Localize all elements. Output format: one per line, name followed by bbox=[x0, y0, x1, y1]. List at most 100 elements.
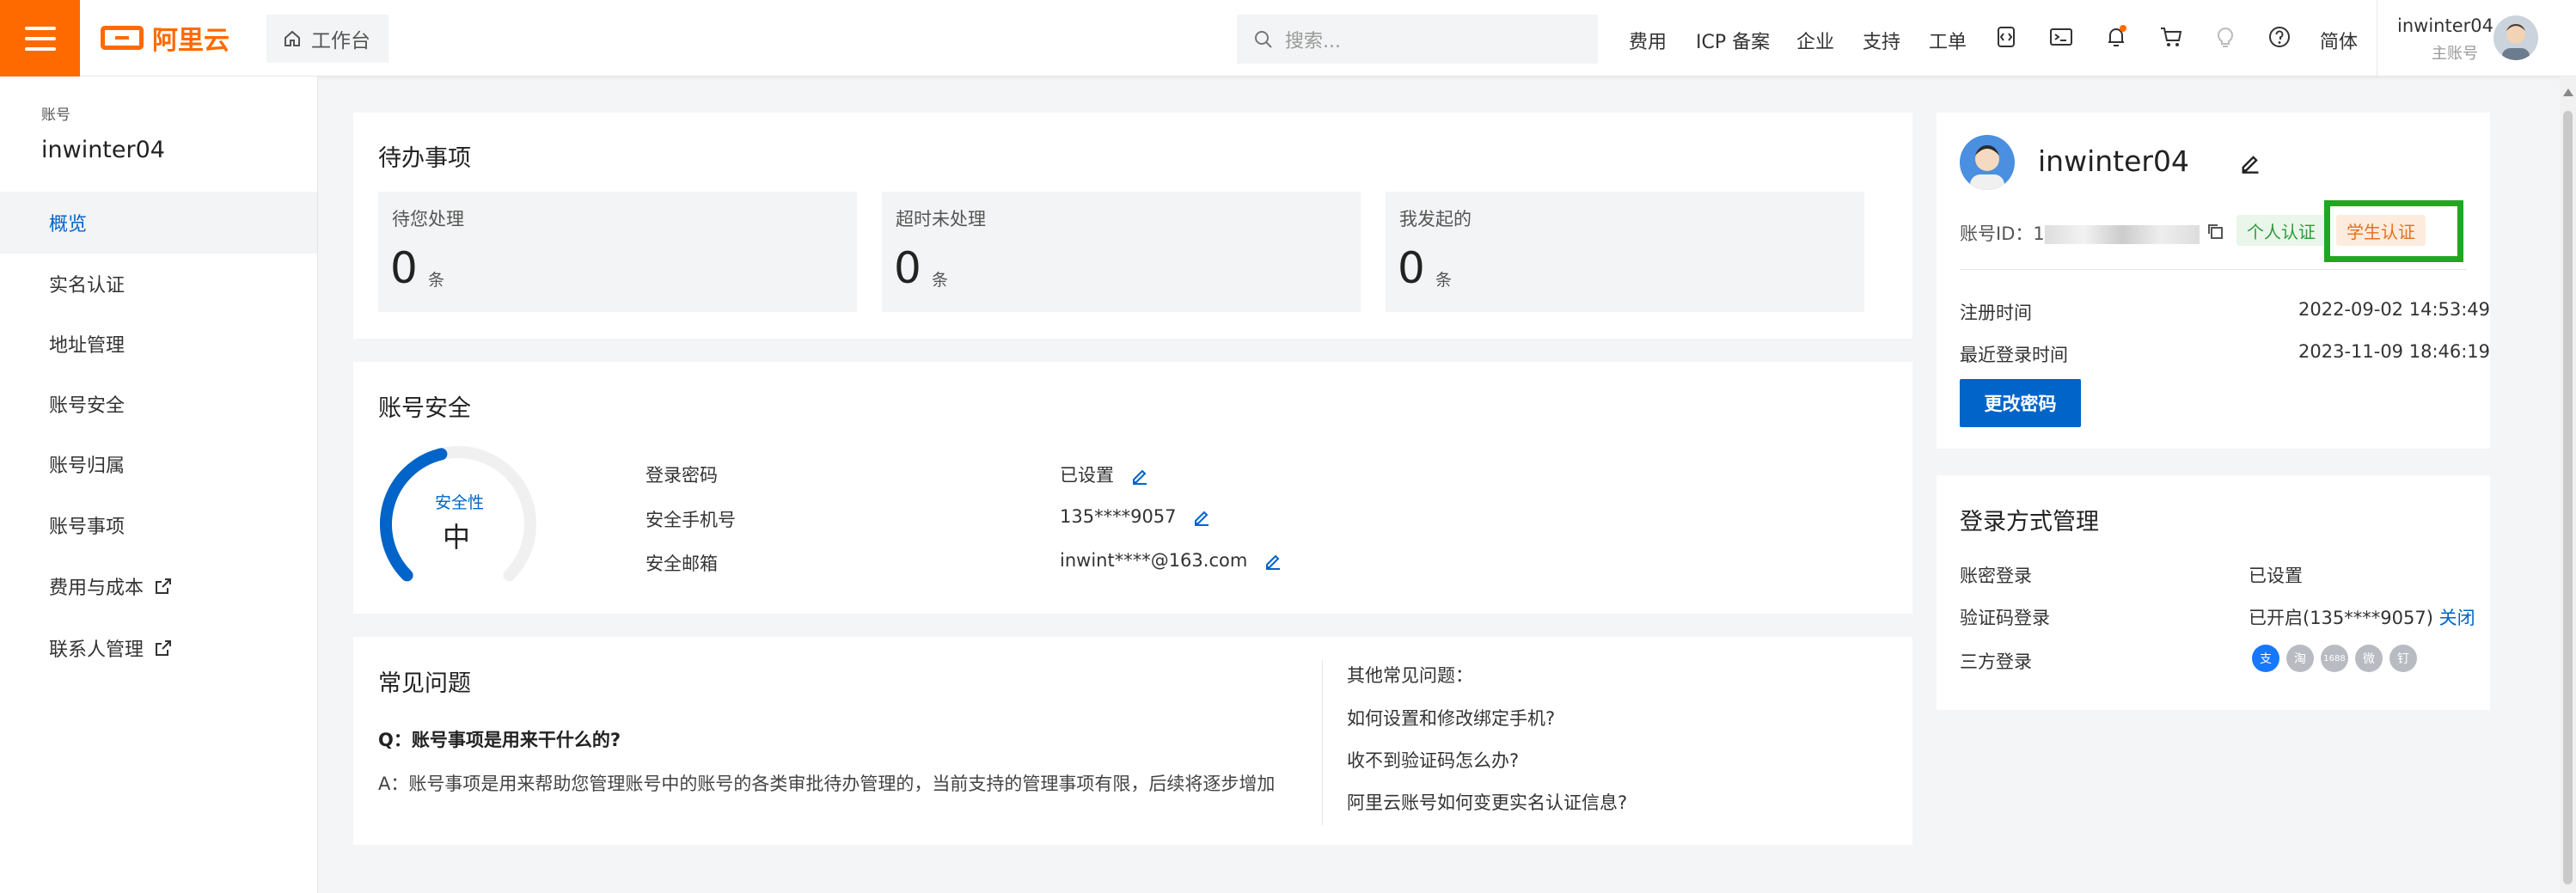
faq-link[interactable]: 如何设置和修改绑定手机? bbox=[1347, 705, 1555, 731]
edit-icon[interactable] bbox=[1130, 467, 1149, 486]
search-icon bbox=[1255, 30, 1272, 48]
search-placeholder: 搜索... bbox=[1285, 30, 1341, 52]
todo-overdue-box[interactable]: 超时未处理 0 条 bbox=[882, 192, 1361, 312]
faq-link[interactable]: 收不到验证码怎么办? bbox=[1347, 747, 1519, 773]
help-icon[interactable] bbox=[2266, 23, 2293, 51]
home-icon bbox=[285, 30, 300, 46]
code-icon[interactable] bbox=[1992, 23, 2020, 51]
profile-account-id: 账号ID：1 bbox=[1960, 220, 2200, 246]
dingtalk-icon[interactable]: 钉 bbox=[2389, 645, 2417, 672]
todo-title: 待办事项 bbox=[378, 145, 471, 172]
sidebar-item-label: 实名认证 bbox=[49, 275, 125, 297]
nav-link-ticket[interactable]: 工单 bbox=[1929, 27, 1967, 54]
faq-title: 常见问题 bbox=[378, 670, 471, 697]
top-navigation-bar: 阿里云 工作台 搜索... 费用 ICP 备案 企业 支持 工单 简体 inwi… bbox=[0, 0, 2576, 76]
sidebar-item-ownership[interactable]: 账号归属 bbox=[0, 433, 317, 495]
nav-link-support[interactable]: 支持 bbox=[1863, 27, 1900, 54]
search-input[interactable]: 搜索... bbox=[1237, 15, 1598, 64]
nav-link-icp[interactable]: ICP 备案 bbox=[1696, 27, 1770, 54]
security-phone-number: 135****9057 bbox=[1060, 506, 1177, 527]
sidebar-item-security[interactable]: 账号安全 bbox=[0, 373, 317, 435]
security-password-label: 登录密码 bbox=[646, 465, 718, 486]
code-login-label: 验证码登录 bbox=[1960, 608, 2050, 628]
todo-initiated-box[interactable]: 我发起的 0 条 bbox=[1386, 192, 1864, 312]
register-time-label: 注册时间 bbox=[1960, 303, 2032, 323]
security-title: 账号安全 bbox=[378, 395, 471, 422]
security-gauge-level: 中 bbox=[443, 521, 471, 554]
edit-icon[interactable] bbox=[1192, 508, 1211, 527]
faq-question: Q：账号事项是用来干什么的? bbox=[378, 730, 621, 750]
external-link-icon bbox=[156, 640, 172, 656]
edit-name-icon[interactable] bbox=[2239, 152, 2261, 174]
sidebar-item-contacts[interactable]: 联系人管理 bbox=[0, 617, 317, 679]
todo-pending-count: 0 bbox=[390, 243, 418, 293]
sidebar-item-matters[interactable]: 账号事项 bbox=[0, 494, 317, 556]
workbench-label: 工作台 bbox=[311, 30, 370, 52]
nav-link-fees[interactable]: 费用 bbox=[1629, 27, 1667, 54]
scrollbar-thumb[interactable] bbox=[2563, 111, 2573, 884]
password-login-value: 已设置 bbox=[2249, 566, 2303, 586]
sidebar: 账号 inwinter04 概览 实名认证 地址管理 账号安全 账号归属 账号事… bbox=[0, 76, 318, 893]
sidebar-item-costs[interactable]: 费用与成本 bbox=[0, 555, 317, 617]
copy-icon[interactable] bbox=[2206, 222, 2224, 241]
1688-icon[interactable]: 1688 bbox=[2321, 645, 2348, 672]
change-password-button[interactable]: 更改密码 bbox=[1960, 379, 2081, 427]
security-phone-label: 安全手机号 bbox=[646, 510, 736, 530]
user-role: 主账号 bbox=[2432, 45, 2478, 63]
sidebar-label: 账号 bbox=[41, 107, 70, 124]
masked-id bbox=[2044, 225, 2200, 244]
code-login-value: 已开启(135****9057) 关闭 bbox=[2249, 604, 2475, 630]
bulb-icon[interactable] bbox=[2212, 23, 2239, 51]
cart-icon[interactable] bbox=[2157, 23, 2185, 51]
scroll-up-icon[interactable] bbox=[2563, 89, 2573, 96]
user-name: inwinter04 bbox=[2397, 15, 2493, 36]
security-email-value: inwint****@163.com bbox=[1060, 550, 1282, 571]
edit-icon[interactable] bbox=[1264, 552, 1282, 571]
divider bbox=[1960, 269, 2467, 270]
sidebar-item-label: 概览 bbox=[49, 214, 88, 235]
highlight-box bbox=[2324, 200, 2463, 262]
faq-other-title: 其他常见问题： bbox=[1347, 665, 1473, 686]
sidebar-item-label: 账号归属 bbox=[49, 456, 125, 477]
faq-answer: A：账号事项是用来帮助您管理账号中的账号的各类审批待办管理的，当前支持的管理事项… bbox=[378, 774, 1276, 794]
bell-icon[interactable] bbox=[2102, 23, 2130, 51]
login-management-title: 登录方式管理 bbox=[1960, 509, 2099, 535]
avatar bbox=[2493, 15, 2538, 60]
user-menu[interactable]: inwinter04 主账号 bbox=[2377, 0, 2576, 76]
disable-code-login-link[interactable]: 关闭 bbox=[2439, 608, 2475, 628]
third-party-login-label: 三方登录 bbox=[1960, 651, 2032, 672]
security-gauge-label: 安全性 bbox=[435, 493, 485, 512]
register-time-value: 2022-09-02 14:53:49 bbox=[2298, 299, 2491, 320]
code-login-status: 已开启(135****9057) bbox=[2249, 608, 2433, 628]
security-card: 账号安全 bbox=[353, 362, 1912, 614]
alipay-icon[interactable]: 支 bbox=[2252, 645, 2279, 672]
workbench-button[interactable]: 工作台 bbox=[266, 15, 389, 63]
last-login-label: 最近登录时间 bbox=[1960, 345, 2068, 365]
faq-divider bbox=[1322, 660, 1323, 825]
security-password-value: 已设置 bbox=[1060, 462, 1149, 487]
terminal-icon[interactable] bbox=[2047, 23, 2075, 51]
faq-link[interactable]: 阿里云账号如何变更实名认证信息? bbox=[1347, 789, 1627, 815]
todo-initiated-label: 我发起的 bbox=[1399, 209, 1472, 229]
personal-verified-tag[interactable]: 个人认证 bbox=[2236, 215, 2326, 246]
todo-initiated-unit: 条 bbox=[1435, 271, 1453, 290]
todo-pending-label: 待您处理 bbox=[392, 209, 464, 229]
security-password-status: 已设置 bbox=[1060, 465, 1114, 486]
sidebar-item-overview[interactable]: 概览 bbox=[0, 192, 317, 254]
scrollbar[interactable] bbox=[2560, 76, 2576, 893]
todo-pending-box[interactable]: 待您处理 0 条 bbox=[378, 192, 857, 312]
sidebar-item-label: 费用与成本 bbox=[49, 578, 144, 599]
logo-mark-icon bbox=[101, 26, 144, 50]
logo-text: 阿里云 bbox=[152, 26, 229, 56]
language-switch[interactable]: 简体 bbox=[2320, 27, 2358, 54]
sidebar-item-address[interactable]: 地址管理 bbox=[0, 313, 317, 375]
aliyun-logo[interactable]: 阿里云 bbox=[101, 22, 229, 56]
sidebar-item-label: 账号安全 bbox=[49, 395, 125, 417]
taobao-icon[interactable]: 淘 bbox=[2286, 645, 2314, 672]
sidebar-item-realname[interactable]: 实名认证 bbox=[0, 253, 317, 315]
weibo-icon[interactable]: 微 bbox=[2355, 645, 2383, 672]
todo-card: 待办事项 待您处理 0 条 超时未处理 0 条 我发起的 0 条 bbox=[353, 113, 1912, 339]
sidebar-account-name: inwinter04 bbox=[41, 137, 165, 163]
menu-icon[interactable] bbox=[0, 0, 80, 76]
nav-link-enterprise[interactable]: 企业 bbox=[1796, 27, 1834, 54]
